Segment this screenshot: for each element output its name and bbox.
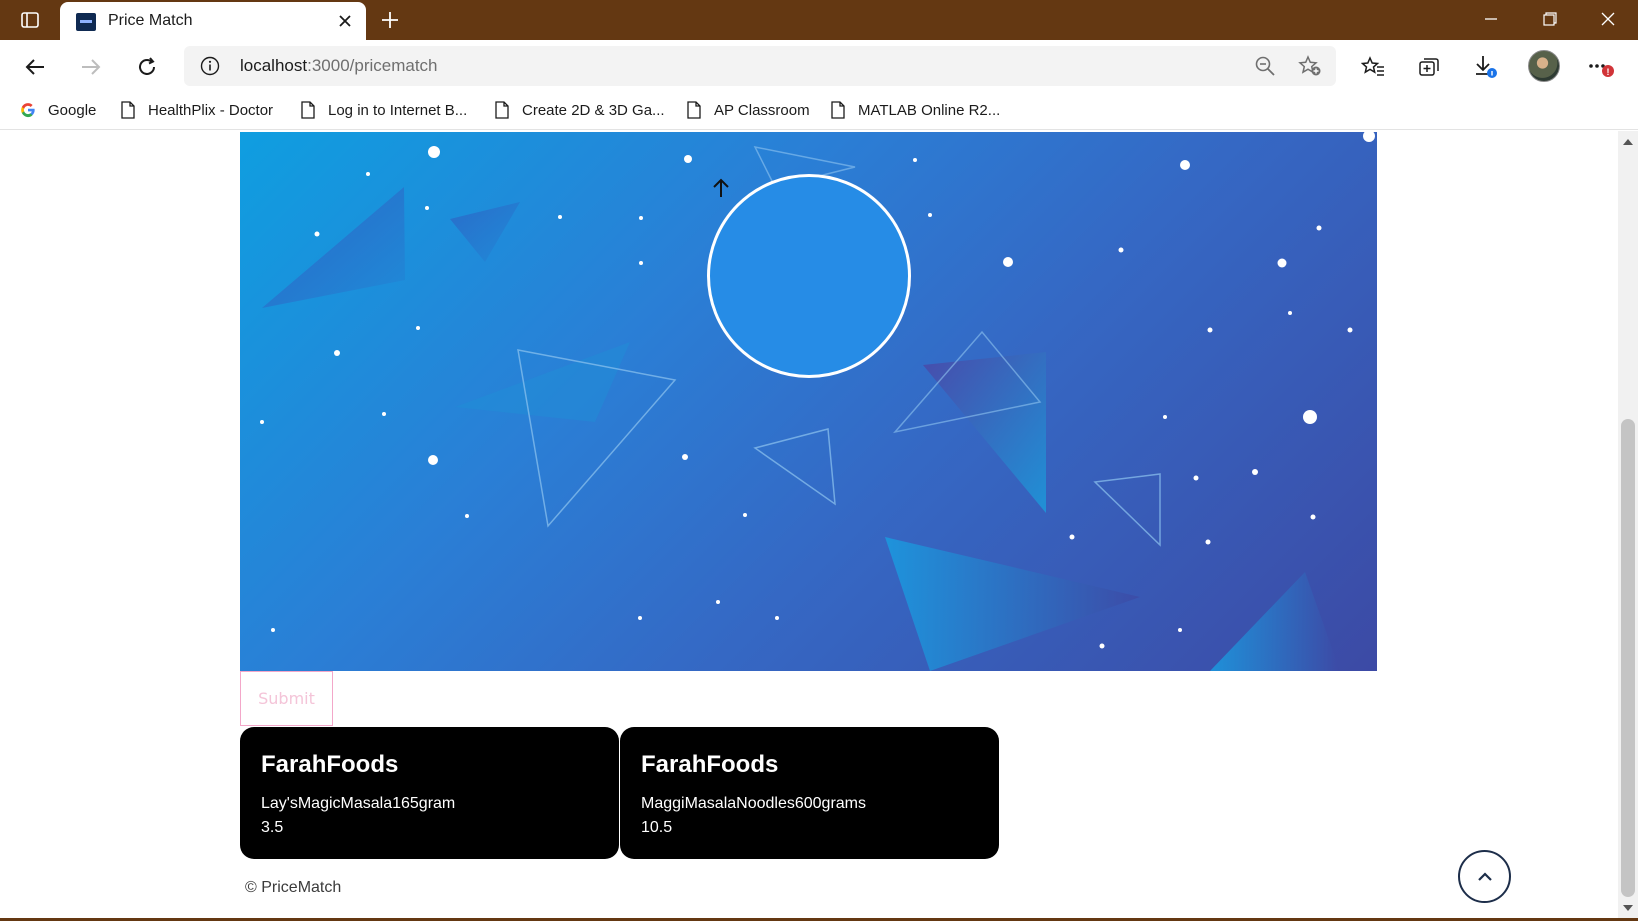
- page-icon: [301, 101, 315, 119]
- forward-button[interactable]: [74, 50, 108, 84]
- scroll-up-arrow-icon[interactable]: [1622, 137, 1634, 147]
- more-options-icon: !: [1589, 64, 1614, 77]
- bookmark-google[interactable]: Google: [20, 99, 96, 121]
- url-text[interactable]: localhost:3000/pricematch: [240, 56, 438, 76]
- bookmark-internet-banking[interactable]: Log in to Internet B...: [300, 99, 467, 121]
- site-favicon-icon: [76, 13, 96, 31]
- profile-avatar[interactable]: [1528, 50, 1560, 82]
- page-icon: [121, 101, 135, 119]
- page-scrollbar[interactable]: [1618, 131, 1638, 921]
- page-icon: [687, 101, 701, 119]
- tab-actions-icon: [21, 12, 39, 28]
- close-icon: [339, 15, 351, 27]
- plus-icon: [382, 12, 398, 28]
- arrow-up-icon: [713, 178, 729, 197]
- bookmark-label: Google: [48, 101, 97, 119]
- minimize-button[interactable]: [1468, 4, 1514, 34]
- add-favorite-icon[interactable]: [1298, 55, 1322, 77]
- restore-icon: [1543, 12, 1557, 26]
- url-host: localhost: [240, 56, 308, 75]
- zoom-out-icon[interactable]: [1254, 55, 1276, 77]
- close-window-button[interactable]: [1585, 4, 1631, 34]
- price-card: FarahFoods Lay'sMagicMasala165gram 3.5: [240, 727, 619, 859]
- download-icon: [1476, 56, 1497, 78]
- url-path: :3000/pricematch: [307, 56, 438, 75]
- restore-button[interactable]: [1527, 4, 1573, 34]
- refresh-button[interactable]: [130, 50, 164, 84]
- price-card: FarahFoods MaggiMasalaNoodles600grams 10…: [620, 727, 999, 859]
- bookmark-matlab[interactable]: MATLAB Online R2...: [830, 99, 1000, 121]
- new-tab-button[interactable]: [378, 8, 402, 32]
- close-window-icon: [1601, 12, 1615, 26]
- address-bar[interactable]: localhost:3000/pricematch: [184, 46, 1336, 86]
- bookmark-label: MATLAB Online R2...: [858, 101, 1001, 119]
- arrow-left-icon: [25, 59, 44, 75]
- tab-close-button[interactable]: [334, 10, 356, 32]
- scrollbar-thumb[interactable]: [1621, 419, 1635, 897]
- store-name: FarahFoods: [261, 751, 399, 778]
- settings-menu-button[interactable]: !: [1584, 50, 1618, 84]
- downloads-button[interactable]: [1468, 50, 1502, 84]
- minimize-icon: [1485, 18, 1497, 20]
- product-name: Lay'sMagicMasala165gram: [261, 795, 456, 812]
- bookmark-label: Create 2D & 3D Ga...: [522, 101, 665, 119]
- bookmarks-bar: Google HealthPlix - Doctor Log in to Int…: [0, 92, 1638, 130]
- back-button[interactable]: [18, 50, 52, 84]
- favorites-icon: [1361, 56, 1384, 76]
- info-icon[interactable]: [200, 56, 220, 76]
- svg-text:!: !: [1607, 67, 1610, 77]
- page-content: Submit FarahFoods Lay'sMagicMasala165gra…: [0, 131, 1618, 921]
- browser-toolbar: localhost:3000/pricematch !: [0, 40, 1638, 92]
- collections-button[interactable]: [1412, 50, 1446, 84]
- product-name: MaggiMasalaNoodles600grams: [641, 795, 867, 812]
- scroll-down-arrow-icon[interactable]: [1622, 903, 1634, 913]
- bookmark-label: HealthPlix - Doctor: [148, 101, 274, 119]
- tab-actions-button[interactable]: [8, 6, 52, 34]
- product-price: 3.5: [261, 819, 284, 836]
- product-price: 10.5: [641, 819, 673, 836]
- tab-title: Price Match: [108, 12, 193, 29]
- bookmark-ap-classroom[interactable]: AP Classroom: [686, 99, 810, 121]
- collections-icon: [1419, 58, 1439, 76]
- upload-hero-banner: [240, 132, 1377, 671]
- chevron-up-icon: [1477, 871, 1492, 881]
- bookmark-label: Log in to Internet B...: [328, 101, 468, 119]
- bookmark-create-games[interactable]: Create 2D & 3D Ga...: [494, 99, 665, 121]
- bookmark-label: AP Classroom: [714, 101, 810, 119]
- arrow-right-icon: [82, 59, 101, 75]
- page-icon: [831, 101, 845, 119]
- tab-price-match[interactable]: Price Match: [60, 2, 366, 40]
- store-name: FarahFoods: [641, 751, 779, 778]
- favorites-button[interactable]: [1356, 50, 1390, 84]
- title-bar: Price Match: [0, 0, 1638, 40]
- upload-image-button[interactable]: [707, 174, 911, 378]
- submit-button[interactable]: Submit: [240, 671, 333, 726]
- footer-copyright: © PriceMatch: [245, 879, 342, 896]
- page-icon: [495, 101, 509, 119]
- google-icon: [21, 103, 35, 118]
- refresh-icon: [139, 57, 155, 75]
- bookmark-healthplix[interactable]: HealthPlix - Doctor: [120, 99, 273, 121]
- scroll-to-top-button[interactable]: [1458, 850, 1511, 903]
